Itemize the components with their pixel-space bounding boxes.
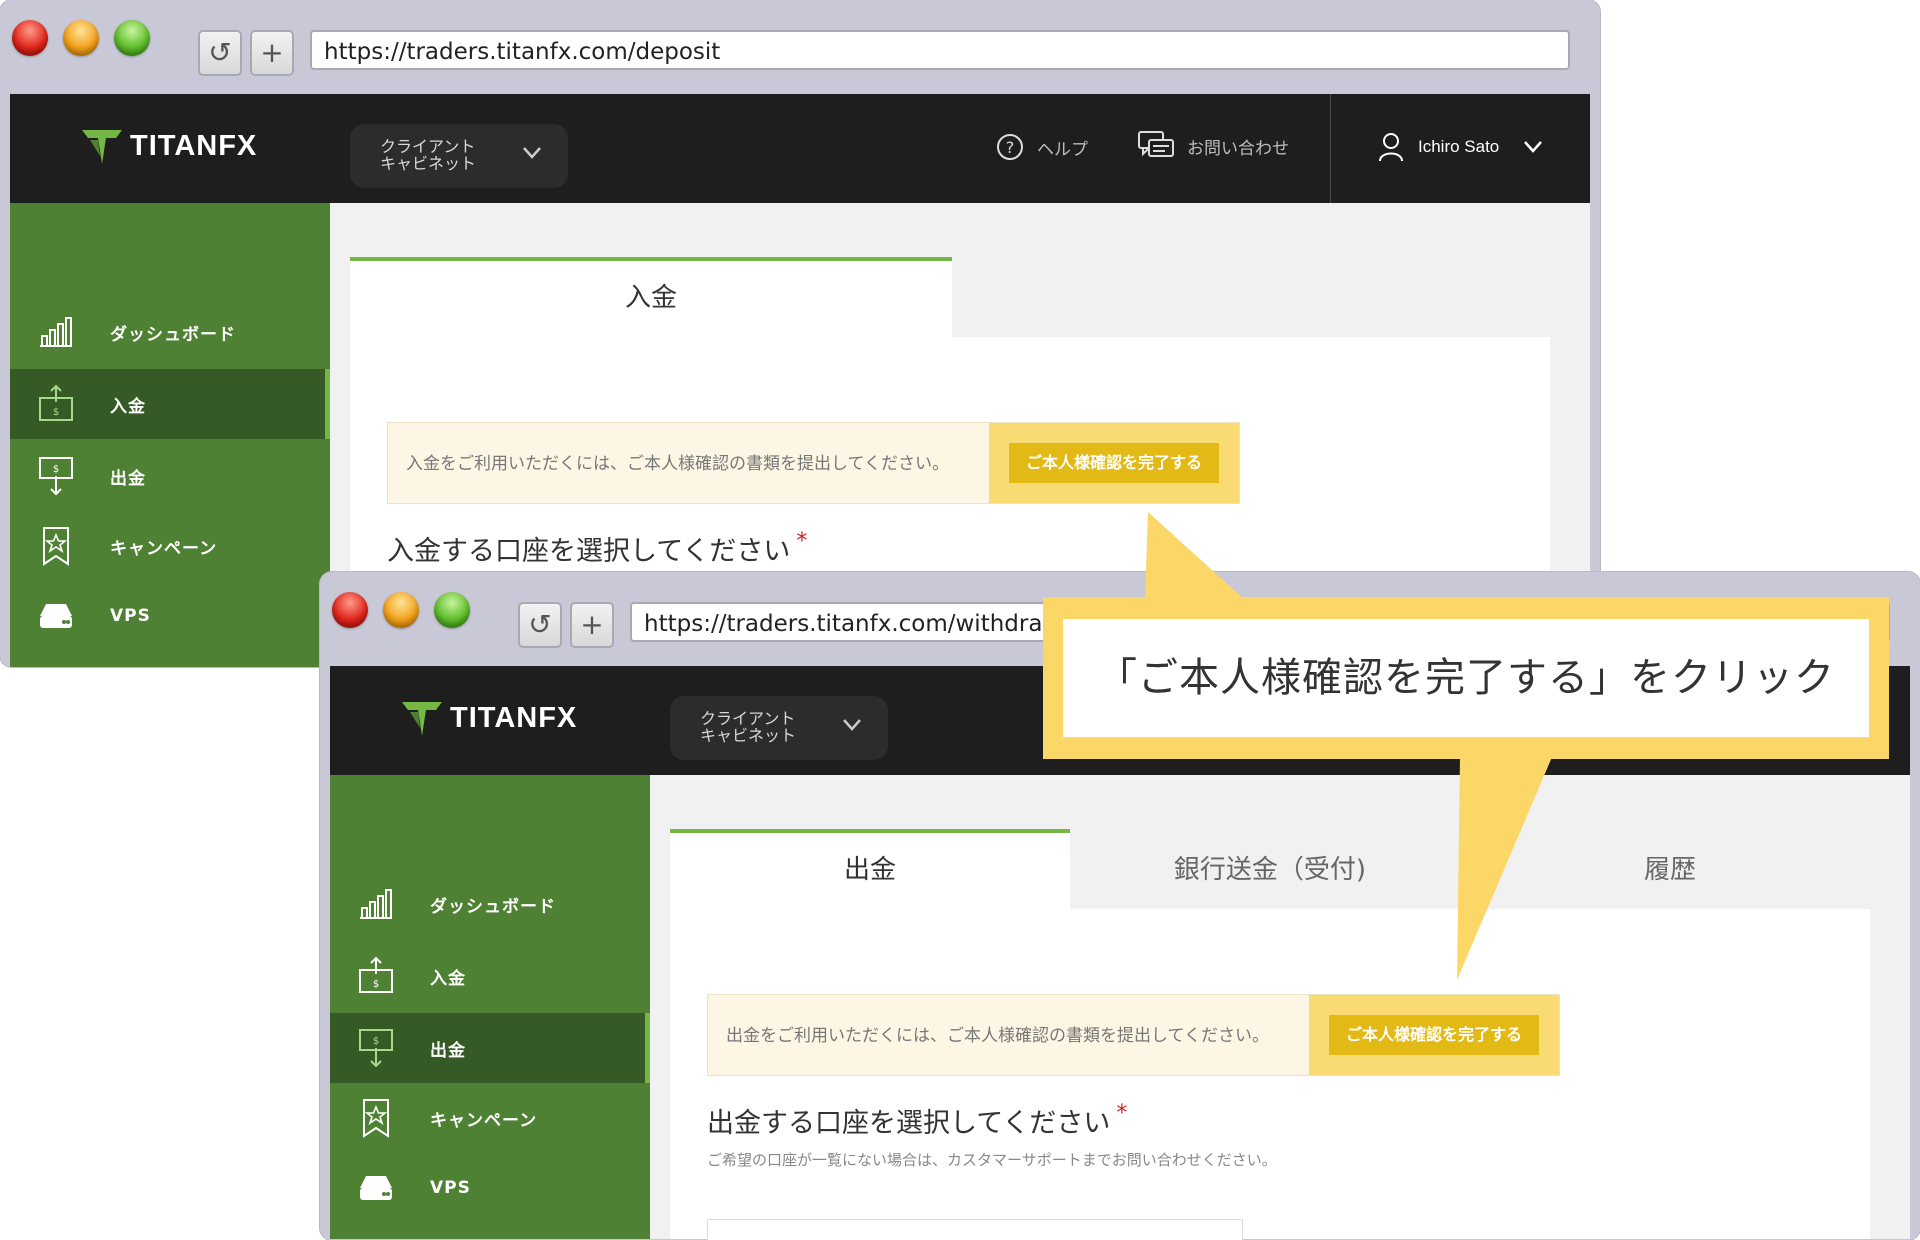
callout-inner: 「ご本人様確認を完了する」をクリック	[1063, 619, 1869, 737]
callout-text: 「ご本人様確認を完了する」をクリック	[1097, 655, 1835, 701]
instruction-callout: 「ご本人様確認を完了する」をクリック	[1043, 597, 1889, 759]
